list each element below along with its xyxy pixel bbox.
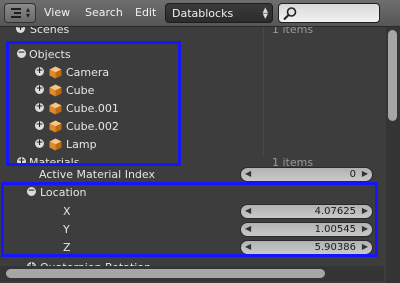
horizontal-scroll-thumb[interactable] [6, 269, 325, 278]
item-count: 1 items [272, 27, 314, 36]
search-icon [283, 7, 297, 21]
editor-type-button[interactable]: ▴ ▾ [4, 3, 36, 23]
tree-row-scenes[interactable]: + Scenes 1 items [0, 27, 386, 39]
menu-edit[interactable]: Edit [135, 6, 156, 19]
decrement-arrow-icon[interactable]: ◀ [245, 169, 251, 178]
increment-arrow-icon[interactable]: ▶ [362, 169, 368, 178]
display-mode-dropdown[interactable]: Datablocks ▲ ▼ [165, 3, 273, 23]
tree-label: Scenes [30, 27, 70, 36]
vertical-scroll-thumb[interactable] [388, 30, 397, 121]
chevron-updown-icon: ▲ ▼ [262, 6, 268, 20]
active-material-index-field[interactable]: ◀ 0 ▶ [240, 167, 373, 182]
highlight-objects-box [6, 41, 181, 166]
highlight-location-box [1, 182, 378, 257]
expand-plus-icon[interactable]: + [16, 27, 25, 33]
outliner-editor-icon [11, 8, 21, 18]
menu-view[interactable]: View [44, 6, 70, 19]
search-input[interactable] [278, 3, 380, 23]
field-value: 0 [349, 169, 356, 180]
menu-search[interactable]: Search [85, 6, 123, 19]
display-mode-value: Datablocks [172, 7, 234, 20]
outliner-header: ▴ ▾ View Search Edit Datablocks ▲ ▼ [0, 0, 400, 27]
chevron-updown-icon: ▴ ▾ [26, 5, 31, 20]
horizontal-scrollbar[interactable] [0, 266, 384, 281]
vertical-scrollbar[interactable] [386, 27, 400, 283]
property-label: Active Material Index [39, 168, 155, 181]
